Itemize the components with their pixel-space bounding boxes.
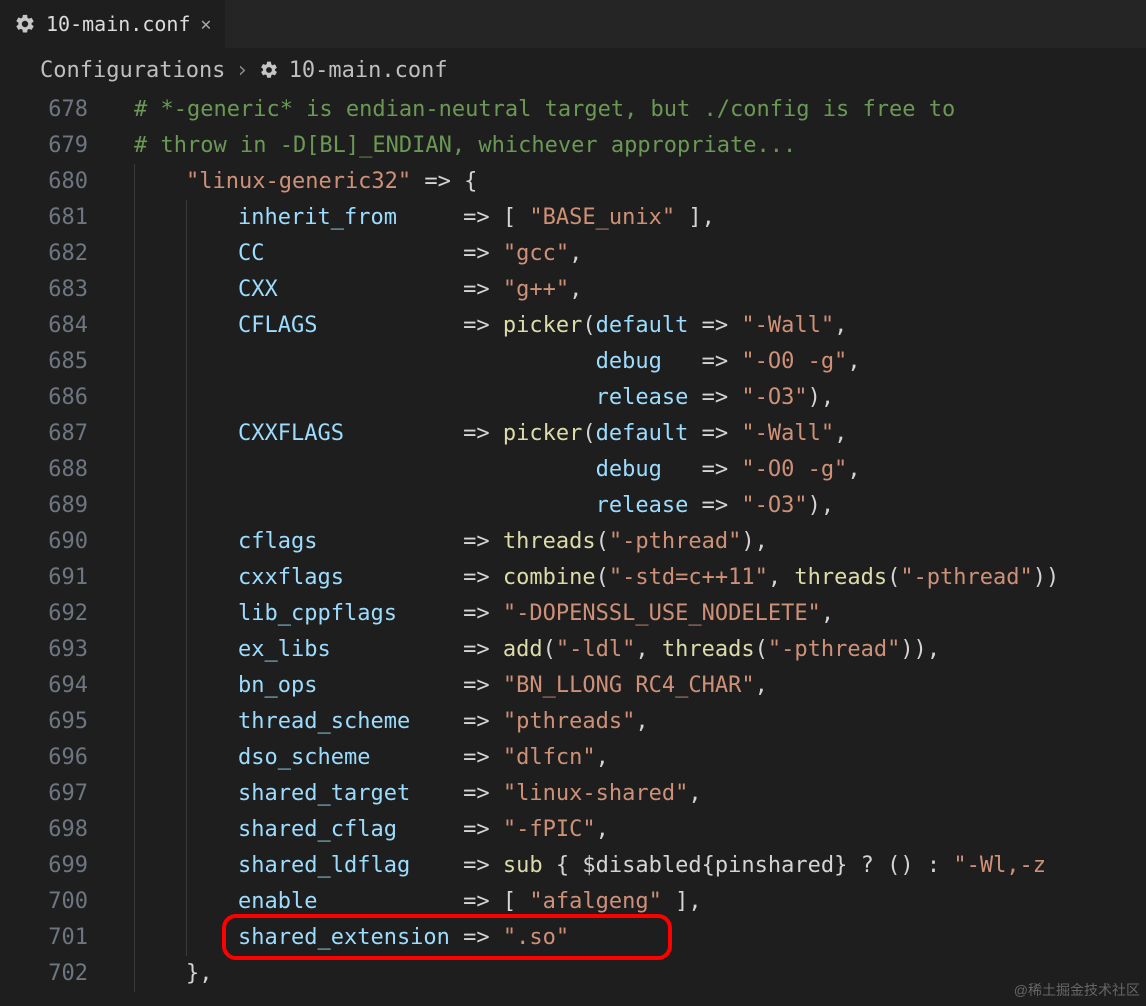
line-number: 688 bbox=[0, 452, 110, 488]
tab-bar: 10-main.conf ✕ bbox=[0, 0, 1146, 48]
line-number: 695 bbox=[0, 704, 110, 740]
code-line[interactable]: 701 shared_extension => ".so" bbox=[0, 920, 1146, 956]
code-content[interactable]: release => "-O3"), bbox=[238, 380, 834, 416]
line-number: 678 bbox=[0, 92, 110, 128]
line-number: 680 bbox=[0, 164, 110, 200]
code-line[interactable]: 691 cxxflags => combine("-std=c++11", thr… bbox=[0, 560, 1146, 596]
code-line[interactable]: 699 shared_ldflag => sub { $disabled{pins… bbox=[0, 848, 1146, 884]
line-number: 683 bbox=[0, 272, 110, 308]
gear-icon bbox=[14, 13, 36, 35]
line-number: 681 bbox=[0, 200, 110, 236]
line-number: 698 bbox=[0, 812, 110, 848]
line-number: 689 bbox=[0, 488, 110, 524]
code-content[interactable]: "linux-generic32" => { bbox=[186, 164, 477, 200]
line-number: 687 bbox=[0, 416, 110, 452]
line-number: 690 bbox=[0, 524, 110, 560]
code-line[interactable]: 692 lib_cppflags => "-DOPENSSL_USE_NODELE… bbox=[0, 596, 1146, 632]
code-content[interactable]: # *-generic* is endian-neutral target, b… bbox=[134, 92, 955, 128]
code-content[interactable]: CXX => "g++", bbox=[238, 272, 582, 308]
code-line[interactable]: 693 ex_libs => add("-ldl", threads("-pthr… bbox=[0, 632, 1146, 668]
breadcrumb[interactable]: Configurations › 10-main.conf bbox=[0, 48, 1146, 92]
code-line[interactable]: 682 CC => "gcc", bbox=[0, 236, 1146, 272]
code-editor[interactable]: 678 # *-generic* is endian-neutral target… bbox=[0, 92, 1146, 992]
breadcrumb-folder[interactable]: Configurations bbox=[40, 58, 225, 83]
line-number: 684 bbox=[0, 308, 110, 344]
code-line[interactable]: 696 dso_scheme => "dlfcn", bbox=[0, 740, 1146, 776]
line-number: 679 bbox=[0, 128, 110, 164]
code-content[interactable]: debug => "-O0 -g", bbox=[238, 452, 861, 488]
code-line[interactable]: 689 release => "-O3"), bbox=[0, 488, 1146, 524]
code-line[interactable]: 697 shared_target => "linux-shared", bbox=[0, 776, 1146, 812]
line-number: 686 bbox=[0, 380, 110, 416]
code-content[interactable]: shared_ldflag => sub { $disabled{pinshar… bbox=[238, 848, 1046, 884]
line-number: 692 bbox=[0, 596, 110, 632]
code-content[interactable]: release => "-O3"), bbox=[238, 488, 834, 524]
code-content[interactable]: lib_cppflags => "-DOPENSSL_USE_NODELETE"… bbox=[238, 596, 834, 632]
code-content[interactable]: enable => [ "afalgeng" ], bbox=[238, 884, 702, 920]
close-icon[interactable]: ✕ bbox=[201, 14, 212, 35]
code-content[interactable]: cxxflags => combine("-std=c++11", thread… bbox=[238, 560, 1059, 596]
line-number: 693 bbox=[0, 632, 110, 668]
code-content[interactable]: # throw in -D[BL]_ENDIAN, whichever appr… bbox=[134, 128, 796, 164]
line-number: 685 bbox=[0, 344, 110, 380]
code-content[interactable]: debug => "-O0 -g", bbox=[238, 344, 861, 380]
breadcrumb-file[interactable]: 10-main.conf bbox=[289, 58, 448, 83]
code-line[interactable]: 678 # *-generic* is endian-neutral target… bbox=[0, 92, 1146, 128]
watermark: @稀土掘金技术社区 bbox=[1014, 980, 1140, 1000]
code-content[interactable]: CXXFLAGS => picker(default => "-Wall", bbox=[238, 416, 847, 452]
line-number: 699 bbox=[0, 848, 110, 884]
line-number: 691 bbox=[0, 560, 110, 596]
code-content[interactable]: bn_ops => "BN_LLONG RC4_CHAR", bbox=[238, 668, 768, 704]
line-number: 697 bbox=[0, 776, 110, 812]
code-line[interactable]: 679 # throw in -D[BL]_ENDIAN, whichever a… bbox=[0, 128, 1146, 164]
chevron-right-icon: › bbox=[235, 58, 248, 83]
code-content[interactable]: shared_extension => ".so" bbox=[238, 920, 569, 956]
code-content[interactable]: shared_cflag => "-fPIC", bbox=[238, 812, 609, 848]
code-content[interactable]: }, bbox=[186, 956, 213, 992]
line-number: 702 bbox=[0, 956, 110, 992]
code-line[interactable]: 695 thread_scheme => "pthreads", bbox=[0, 704, 1146, 740]
code-content[interactable]: CFLAGS => picker(default => "-Wall", bbox=[238, 308, 847, 344]
code-content[interactable]: cflags => threads("-pthread"), bbox=[238, 524, 768, 560]
code-line[interactable]: 684 CFLAGS => picker(default => "-Wall", bbox=[0, 308, 1146, 344]
code-content[interactable]: thread_scheme => "pthreads", bbox=[238, 704, 649, 740]
code-content[interactable]: ex_libs => add("-ldl", threads("-pthread… bbox=[238, 632, 940, 668]
code-content[interactable]: inherit_from => [ "BASE_unix" ], bbox=[238, 200, 715, 236]
code-line[interactable]: 688 debug => "-O0 -g", bbox=[0, 452, 1146, 488]
line-number: 694 bbox=[0, 668, 110, 704]
tab-file[interactable]: 10-main.conf ✕ bbox=[0, 0, 226, 48]
code-line[interactable]: 686 release => "-O3"), bbox=[0, 380, 1146, 416]
code-line[interactable]: 683 CXX => "g++", bbox=[0, 272, 1146, 308]
code-line[interactable]: 687 CXXFLAGS => picker(default => "-Wall"… bbox=[0, 416, 1146, 452]
code-content[interactable]: shared_target => "linux-shared", bbox=[238, 776, 702, 812]
code-line[interactable]: 694 bn_ops => "BN_LLONG RC4_CHAR", bbox=[0, 668, 1146, 704]
code-content[interactable]: dso_scheme => "dlfcn", bbox=[238, 740, 609, 776]
gear-icon bbox=[259, 60, 279, 80]
code-content[interactable]: CC => "gcc", bbox=[238, 236, 582, 272]
line-number: 696 bbox=[0, 740, 110, 776]
line-number: 682 bbox=[0, 236, 110, 272]
code-line[interactable]: 685 debug => "-O0 -g", bbox=[0, 344, 1146, 380]
code-line[interactable]: 680 "linux-generic32" => { bbox=[0, 164, 1146, 200]
code-line[interactable]: 702}, bbox=[0, 956, 1146, 992]
tab-filename: 10-main.conf bbox=[46, 12, 191, 36]
code-line[interactable]: 681 inherit_from => [ "BASE_unix" ], bbox=[0, 200, 1146, 236]
code-line[interactable]: 698 shared_cflag => "-fPIC", bbox=[0, 812, 1146, 848]
code-line[interactable]: 690 cflags => threads("-pthread"), bbox=[0, 524, 1146, 560]
line-number: 701 bbox=[0, 920, 110, 956]
code-line[interactable]: 700 enable => [ "afalgeng" ], bbox=[0, 884, 1146, 920]
line-number: 700 bbox=[0, 884, 110, 920]
